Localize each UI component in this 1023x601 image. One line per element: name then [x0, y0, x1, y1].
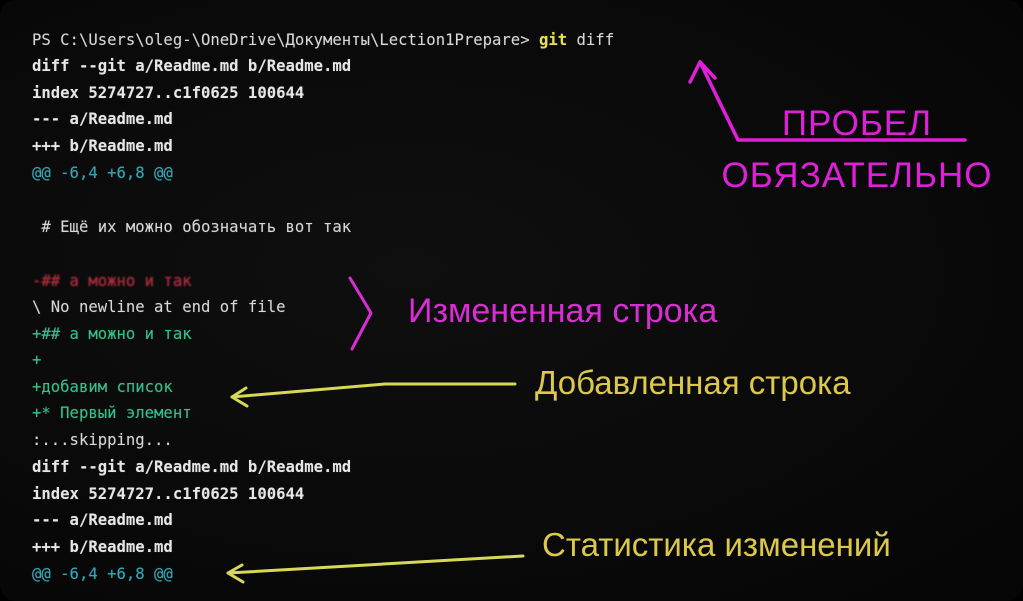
added-line-annotation: Добавленная строка	[535, 364, 851, 401]
stats-arrow	[226, 554, 525, 584]
video-frame: PS C:\Users\oleg-\OneDrive\Документы\Lec…	[0, 0, 1023, 601]
added-line-arrow	[230, 382, 517, 408]
change-stats-annotation: Статистика изменений	[542, 526, 891, 563]
space-required-annotation: ПРОБЕЛ ОБЯЗАТЕЛЬНО	[718, 98, 996, 202]
changed-line-bracket	[348, 276, 373, 351]
space-required-word: ПРОБЕЛ	[781, 104, 933, 143]
mandatory-word: ОБЯЗАТЕЛЬНО	[721, 156, 993, 195]
changed-line-annotation: Измененная строка	[408, 292, 718, 330]
